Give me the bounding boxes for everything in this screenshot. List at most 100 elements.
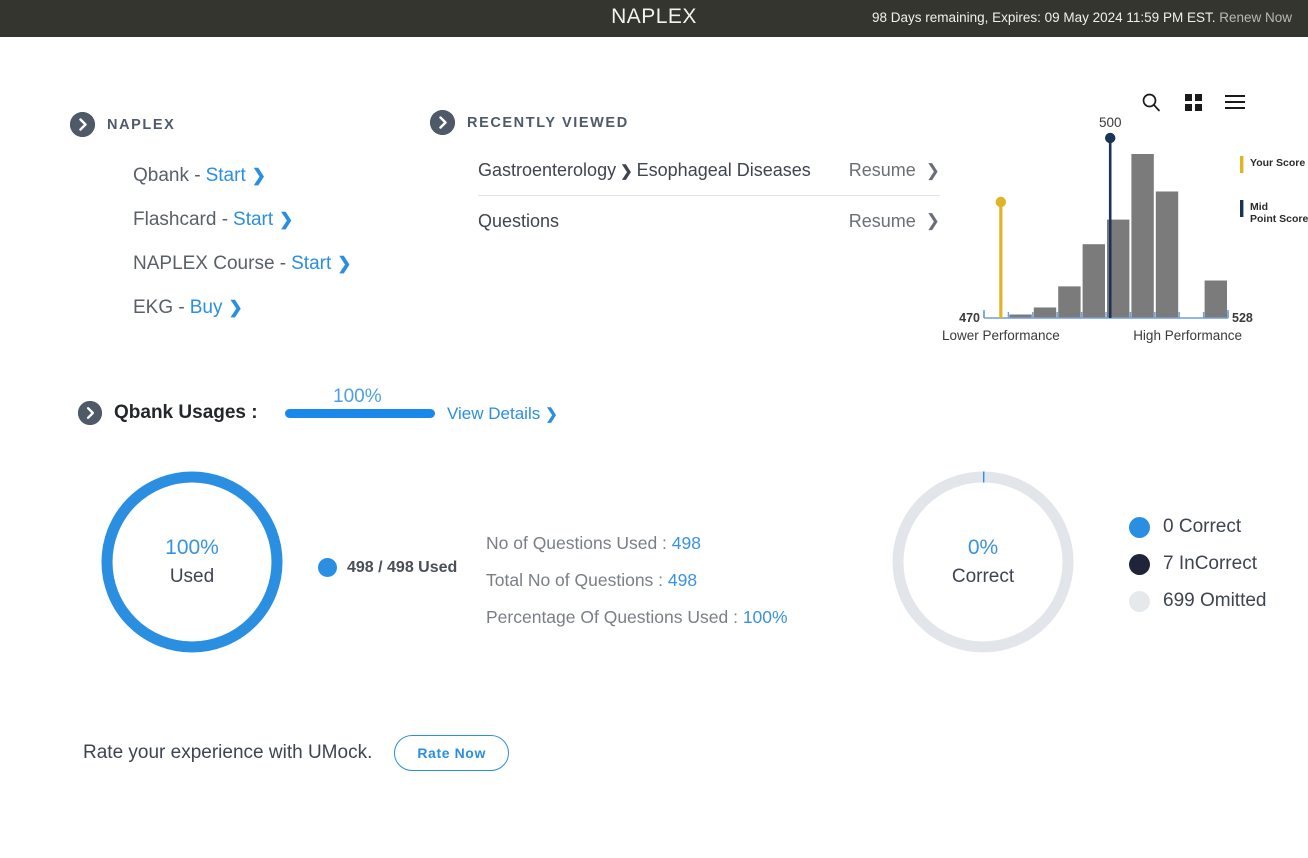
donut-center-label: 0% Correct — [888, 467, 1078, 657]
qbank-usage-percent-label: 100% — [333, 386, 382, 407]
chevron-right-icon: ❯ — [337, 254, 352, 273]
legend-dot — [1129, 516, 1150, 538]
chevron-right-circle-icon — [70, 112, 95, 137]
rate-prompt-text: Rate your experience with UMock. — [83, 742, 373, 763]
stat-questions-used: No of Questions Used : 498 — [486, 533, 788, 554]
expiry-text: 98 Days remaining, Expires: 09 May 2024 … — [872, 10, 1216, 25]
naplex-item-action[interactable]: Start — [233, 209, 273, 231]
correct-answers-donut-chart: 0% Correct — [888, 467, 1078, 657]
qbank-usage-title: Qbank Usages : — [114, 402, 258, 423]
resume-button[interactable]: Resume ❯ — [849, 160, 940, 181]
legend-label: 0 Correct — [1163, 516, 1242, 537]
breadcrumb-separator-icon: ❯ — [620, 163, 633, 180]
low-performance-label: Lower Performance — [942, 328, 1060, 343]
chevron-right-circle-icon — [78, 401, 102, 425]
axis-min-label: 470 — [959, 311, 980, 325]
recently-viewed-list: Gastroenterology ❯ Esophageal Diseases Res… — [478, 146, 940, 246]
naplex-item-action[interactable]: Start — [291, 253, 331, 275]
midpoint-score-label: 500 — [1099, 115, 1122, 130]
list-item[interactable]: Questions Resume ❯ — [478, 196, 940, 246]
chart-legend-label: Mid — [1250, 201, 1268, 213]
grid-glyph — [1184, 93, 1202, 111]
stat-value: 498 — [667, 570, 698, 590]
legend-label: 699 Omitted — [1163, 590, 1267, 611]
naplex-item-flashcard[interactable]: Flashcard - Start ❯ — [133, 209, 352, 231]
rate-experience-section: Rate your experience with UMock. Rate No… — [83, 735, 509, 771]
icon-toolbar — [0, 37, 1308, 112]
qbank-usage-progress-bar — [285, 409, 435, 418]
chevron-right-icon: ❯ — [279, 210, 294, 229]
stat-label: Total No of Questions : — [486, 570, 664, 590]
legend-dot — [1129, 590, 1150, 612]
naplex-item-action[interactable]: Start — [206, 165, 246, 187]
recent-item-category: Questions — [478, 210, 560, 231]
naplex-item-qbank[interactable]: Qbank - Start ❯ — [133, 165, 352, 187]
correct-legend: 0 Correct 7 InCorrect 699 Omitted — [1129, 516, 1267, 627]
naplex-item-list: Qbank - Start ❯ Flashcard - Start ❯ NAPL… — [133, 165, 352, 341]
rate-now-button[interactable]: Rate Now — [394, 735, 509, 771]
menu-glyph — [1225, 95, 1245, 109]
legend-dot — [318, 558, 337, 577]
correct-percent: 0% — [967, 536, 999, 559]
naplex-item-ekg[interactable]: EKG - Buy ❯ — [133, 297, 352, 319]
histogram-bar — [1058, 286, 1081, 318]
high-performance-label: High Performance — [1133, 328, 1242, 343]
histogram-bar — [1131, 154, 1154, 318]
recent-item-title: Gastroenterology ❯ Esophageal Diseases — [478, 160, 811, 181]
naplex-item-name: Qbank - — [133, 165, 201, 186]
naplex-item-name: NAPLEX Course - — [133, 253, 287, 274]
used-sublabel: Used — [169, 566, 215, 587]
naplex-item-action[interactable]: Buy — [190, 297, 223, 319]
correct-sublabel: Correct — [951, 566, 1015, 587]
top-bar: NAPLEX 98 Days remaining, Expires: 09 Ma… — [0, 0, 1308, 37]
legend-label: 7 InCorrect — [1163, 553, 1257, 574]
stat-value: 498 — [671, 533, 701, 553]
used-legend-label: 498 / 498 Used — [347, 558, 458, 576]
view-details-label: View Details — [447, 404, 541, 423]
chart-legend-label: Your Score — [1250, 157, 1305, 169]
naplex-section-header[interactable]: NAPLEX — [70, 112, 175, 137]
renew-now-link[interactable]: Renew Now — [1219, 10, 1292, 25]
stat-total-questions: Total No of Questions : 498 — [486, 570, 788, 591]
score-distribution-chart: 500 470 528 Lower Performance High Performan… — [932, 112, 1308, 352]
naplex-item-course[interactable]: NAPLEX Course - Start ❯ — [133, 253, 352, 275]
histogram-bar — [1155, 191, 1179, 318]
resume-label: Resume — [848, 160, 916, 180]
naplex-item-name: EKG - — [133, 297, 185, 318]
subscription-status: 98 Days remaining, Expires: 09 May 2024 … — [872, 10, 1292, 25]
histogram-bar — [1082, 244, 1105, 318]
legend-dot — [1129, 553, 1150, 575]
naplex-section-title: NAPLEX — [107, 116, 176, 133]
legend-item-omitted: 699 Omitted — [1129, 590, 1267, 612]
histogram-bar — [1204, 280, 1227, 318]
legend-item-incorrect: 7 InCorrect — [1129, 553, 1267, 575]
used-legend: 498 / 498 Used — [318, 558, 457, 577]
resume-button[interactable]: Resume ❯ — [849, 211, 940, 232]
qbank-usage-progress-fill — [285, 409, 435, 418]
stat-percentage-used: Percentage Of Questions Used : 100% — [486, 607, 788, 628]
qbank-usage-section-header[interactable]: Qbank Usages : — [78, 401, 258, 425]
stat-label: Percentage Of Questions Used : — [486, 607, 738, 627]
resume-label: Resume — [848, 210, 916, 231]
view-details-link[interactable]: View Details ❯ — [447, 404, 558, 424]
donut-center-label: 100% Used — [97, 467, 287, 657]
chevron-right-circle-icon — [430, 110, 455, 135]
questions-used-donut-chart: 100% Used — [97, 467, 287, 657]
list-item[interactable]: Gastroenterology ❯ Esophageal Diseases Res… — [478, 146, 940, 196]
question-stats-list: No of Questions Used : 498 Total No of Q… — [486, 533, 788, 644]
chevron-right-icon: ❯ — [228, 298, 243, 317]
chevron-right-icon: ❯ — [251, 166, 266, 185]
legend-item-correct: 0 Correct — [1129, 516, 1267, 538]
axis-max-label: 528 — [1232, 311, 1253, 325]
recent-item-category: Gastroenterology — [478, 160, 617, 180]
recently-viewed-section-title: RECENTLY VIEWED — [467, 114, 629, 131]
used-percent: 100% — [165, 536, 219, 559]
recent-item-topic: Esophageal Diseases — [636, 160, 811, 180]
recently-viewed-section-header[interactable]: RECENTLY VIEWED — [430, 110, 629, 135]
chevron-right-icon: ❯ — [545, 406, 558, 423]
recent-item-title: Questions — [478, 211, 559, 232]
stat-value: 100% — [742, 607, 788, 627]
histogram-bar — [1033, 307, 1057, 318]
chart-legend-label: Point Score — [1250, 213, 1308, 225]
naplex-item-name: Flashcard - — [133, 209, 229, 230]
